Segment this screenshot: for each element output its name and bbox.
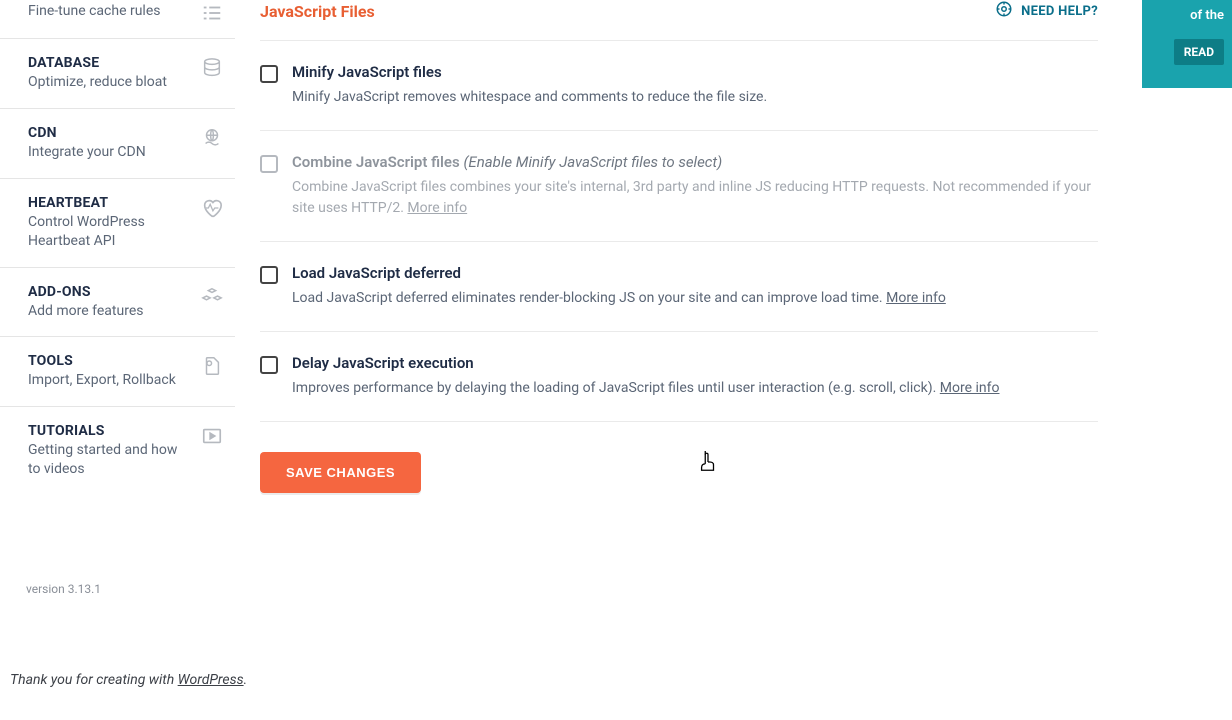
option-title: Delay JavaScript execution [292,354,1098,372]
sidebar-item-sub: Import, Export, Rollback [28,371,193,390]
sidebar-item-title: CDN [28,125,193,141]
sidebar-item-sub: Integrate your CDN [28,143,193,162]
heart-pulse-icon [201,197,223,219]
sidebar-item-cache-rules[interactable]: Fine-tune cache rules [0,0,235,39]
sidebar-item-sub: Getting started and how to videos [28,441,193,479]
save-changes-button[interactable]: SAVE CHANGES [260,452,421,493]
play-video-icon [201,425,223,447]
sidebar-item-title: ADD-ONS [28,284,193,300]
sidebar-item-title: TOOLS [28,353,193,369]
option-hint: (Enable Minify JavaScript files to selec… [463,153,722,171]
checkbox-combine-js [260,155,278,173]
sidebar-item-addons[interactable]: ADD-ONS Add more features [0,268,235,338]
main-content: JavaScript Files NEED HELP? Minify JavaS… [260,0,1098,493]
option-desc: Combine JavaScript files combines your s… [292,177,1098,219]
option-title: Combine JavaScript files (Enable Minify … [292,153,1098,171]
more-info-link[interactable]: More info [407,200,467,216]
promo-text: of the [1150,8,1224,23]
sidebar-item-title: DATABASE [28,55,193,71]
sidebar-item-database[interactable]: DATABASE Optimize, reduce bloat [0,39,235,109]
sidebar-item-tools[interactable]: TOOLS Import, Export, Rollback [0,337,235,407]
checkbox-delay-js[interactable] [260,356,278,374]
sidebar-item-title: TUTORIALS [28,423,193,439]
sidebar: Fine-tune cache rules DATABASE Optimize,… [0,0,235,720]
sidebar-item-sub: Fine-tune cache rules [28,2,193,21]
promo-read-button[interactable]: READ [1174,39,1224,65]
footer-credit: Thank you for creating with WordPress. [10,672,247,688]
globe-icon [201,127,223,149]
sidebar-item-sub: Add more features [28,302,193,321]
option-title: Load JavaScript deferred [292,264,1098,282]
sidebar-item-title: HEARTBEAT [28,195,193,211]
help-icon [995,0,1013,22]
checkbox-minify-js[interactable] [260,65,278,83]
option-defer-js: Load JavaScript deferred Load JavaScript… [260,242,1098,332]
file-gear-icon [201,355,223,377]
version-text: version 3.13.1 [26,582,101,596]
boxes-icon [201,286,223,308]
option-delay-js: Delay JavaScript execution Improves perf… [260,332,1098,422]
need-help-label: NEED HELP? [1021,4,1098,19]
sidebar-item-sub: Control WordPress Heartbeat API [28,213,193,251]
promo-box: of the READ [1142,0,1232,88]
more-info-link[interactable]: More info [940,380,1000,396]
option-minify-js: Minify JavaScript files Minify JavaScrip… [260,41,1098,131]
sidebar-item-cdn[interactable]: CDN Integrate your CDN [0,109,235,179]
option-desc: Improves performance by delaying the loa… [292,378,1098,399]
sidebar-item-heartbeat[interactable]: HEARTBEAT Control WordPress Heartbeat AP… [0,179,235,268]
option-title: Minify JavaScript files [292,63,1098,81]
section-title: JavaScript Files [260,2,375,21]
need-help-link[interactable]: NEED HELP? [995,0,1098,22]
database-icon [201,57,223,79]
option-combine-js: Combine JavaScript files (Enable Minify … [260,131,1098,242]
wordpress-link[interactable]: WordPress [178,672,244,688]
sidebar-item-tutorials[interactable]: TUTORIALS Getting started and how to vid… [0,407,235,495]
option-desc: Load JavaScript deferred eliminates rend… [292,288,1098,309]
sidebar-item-sub: Optimize, reduce bloat [28,73,193,92]
checkbox-defer-js[interactable] [260,266,278,284]
more-info-link[interactable]: More info [886,290,946,306]
option-desc: Minify JavaScript removes whitespace and… [292,87,1098,108]
list-check-icon [201,2,223,24]
